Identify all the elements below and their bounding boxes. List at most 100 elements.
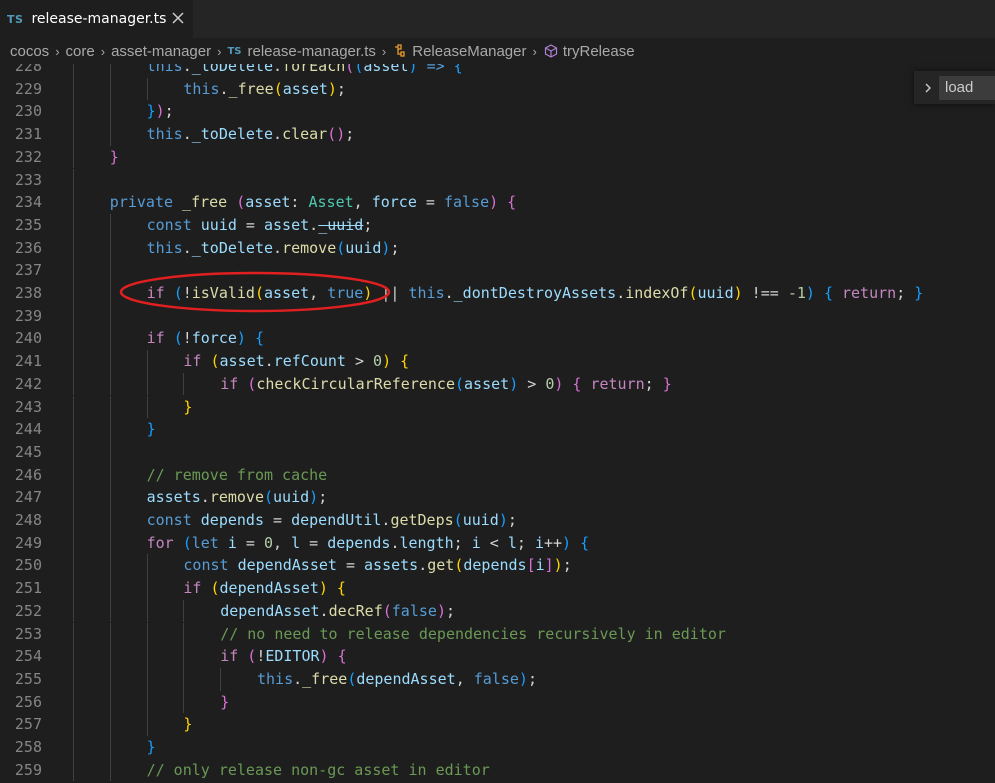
code-token: return bbox=[590, 374, 645, 393]
indent-guide bbox=[146, 713, 148, 736]
code-line[interactable]: 235 const uuid = asset._uuid; bbox=[0, 214, 995, 237]
line-number: 237 bbox=[14, 261, 42, 280]
code-line[interactable]: 240 if (!force) { bbox=[0, 327, 995, 350]
code-line[interactable]: 256} bbox=[0, 691, 995, 714]
code-text: // no need to release dependencies recur… bbox=[220, 623, 726, 646]
chevron-right-icon[interactable] bbox=[921, 81, 935, 95]
code-line[interactable]: 228 this._toDelete.forEach((asset) => { bbox=[0, 64, 995, 78]
code-line[interactable]: 249 for (let i = 0, l = depends.length; i… bbox=[0, 532, 995, 555]
breadcrumb-item-asset-manager[interactable]: asset-manager bbox=[111, 43, 211, 60]
code-text: } bbox=[110, 146, 119, 169]
code-line[interactable]: 233 bbox=[0, 169, 995, 192]
code-line[interactable]: 239 bbox=[0, 305, 995, 328]
code-token: remove bbox=[209, 488, 264, 507]
code-token: } bbox=[183, 715, 193, 734]
code-text: } bbox=[183, 396, 192, 419]
code-editor[interactable]: 228 this._toDelete.forEach((asset) => {22… bbox=[0, 64, 995, 783]
code-token: getDeps bbox=[390, 511, 454, 529]
code-token: const bbox=[146, 215, 192, 234]
code-line[interactable]: 250 const dependAsset = assets.get(depend… bbox=[0, 554, 995, 577]
code-token: if bbox=[146, 284, 165, 302]
breadcrumb-item-cocos[interactable]: cocos bbox=[10, 43, 49, 60]
code-token: ) bbox=[509, 374, 519, 393]
code-line[interactable]: 238 if (!isValid(asset, true) || this._do… bbox=[0, 282, 995, 305]
code-token: ( bbox=[688, 284, 698, 302]
code-token: ( bbox=[236, 193, 246, 212]
code-token: asset bbox=[282, 79, 328, 98]
code-line[interactable]: 232} bbox=[0, 146, 995, 169]
code-line[interactable]: 229 this._free(asset); bbox=[0, 78, 995, 101]
code-line[interactable]: 237 bbox=[0, 259, 995, 282]
code-line[interactable]: 247 assets.remove(uuid); bbox=[0, 486, 995, 509]
code-token: . bbox=[264, 352, 274, 371]
code-token: ; bbox=[507, 511, 517, 529]
code-token: ! bbox=[182, 284, 192, 302]
code-token: ) bbox=[553, 556, 563, 575]
code-line[interactable]: 230}); bbox=[0, 100, 995, 123]
code-token: this bbox=[257, 669, 294, 688]
code-line[interactable]: 242 if (checkCircularReference(asset) > 0… bbox=[0, 373, 995, 396]
code-line[interactable]: 257} bbox=[0, 713, 995, 736]
code-text: this._free(asset); bbox=[183, 78, 346, 101]
code-line[interactable]: 259 // only release non-gc asset in edito… bbox=[0, 759, 995, 782]
code-token: decRef bbox=[328, 601, 383, 620]
code-line[interactable]: 243} bbox=[0, 396, 995, 419]
line-number: 231 bbox=[14, 125, 42, 144]
code-line[interactable]: 248 const depends = dependUtil.getDeps(uu… bbox=[0, 509, 995, 532]
indent-guide bbox=[73, 531, 74, 555]
line-number: 252 bbox=[14, 601, 42, 620]
code-text: this._toDelete.forEach((asset) => { bbox=[147, 64, 463, 78]
code-line[interactable]: 255 this._free(dependAsset, false); bbox=[0, 668, 995, 691]
code-token: ) bbox=[309, 488, 319, 507]
breadcrumb-item-class[interactable]: ReleaseManager bbox=[412, 43, 526, 60]
code-token: ; bbox=[345, 125, 355, 144]
code-line[interactable]: 258} bbox=[0, 736, 995, 759]
close-icon[interactable] bbox=[171, 11, 185, 25]
code-token: uuid bbox=[200, 215, 237, 234]
breadcrumb-item-method[interactable]: tryRelease bbox=[563, 43, 635, 60]
indent-guide bbox=[73, 486, 74, 509]
code-token: uuid bbox=[273, 488, 310, 507]
code-token: . bbox=[293, 669, 303, 688]
tab-release-manager[interactable]: TS release-manager.ts bbox=[0, 0, 193, 38]
code-line[interactable]: 251 if (dependAsset) { bbox=[0, 577, 995, 600]
code-line[interactable]: 252 dependAsset.decRef(false); bbox=[0, 600, 995, 623]
code-line[interactable]: 254 if (!EDITOR) { bbox=[0, 645, 995, 668]
code-line[interactable]: 246 // remove from cache bbox=[0, 464, 995, 487]
indent-guide bbox=[109, 577, 111, 600]
code-token: { bbox=[400, 352, 410, 371]
breadcrumb-item-file[interactable]: release-manager.ts bbox=[248, 43, 376, 60]
line-number: 244 bbox=[14, 420, 42, 439]
code-line[interactable]: 241 if (asset.refCount > 0) { bbox=[0, 350, 995, 373]
breadcrumb-item-core[interactable]: core bbox=[66, 43, 95, 60]
code-token: for bbox=[146, 533, 174, 552]
code-line[interactable]: 245 bbox=[0, 441, 995, 464]
indent-guide bbox=[73, 77, 74, 101]
indent-guide bbox=[109, 282, 111, 305]
code-token: get bbox=[427, 556, 455, 575]
code-token: ( bbox=[210, 352, 220, 371]
indent-guide bbox=[146, 554, 148, 578]
code-line[interactable]: 231 this._toDelete.clear(); bbox=[0, 123, 995, 146]
code-line[interactable]: 234 private _free (asset: Asset, force = … bbox=[0, 191, 995, 214]
code-token: . bbox=[182, 64, 192, 75]
indent-guide bbox=[146, 690, 148, 714]
line-number: 259 bbox=[14, 760, 42, 779]
code-token: forEach bbox=[282, 64, 346, 75]
code-token: dependAsset bbox=[356, 669, 456, 688]
indent-guide bbox=[109, 599, 111, 623]
code-line[interactable]: 236 this._toDelete.remove(uuid); bbox=[0, 237, 995, 260]
code-token: i bbox=[534, 533, 544, 552]
code-line[interactable]: 244} bbox=[0, 418, 995, 441]
code-line[interactable]: 253 // no need to release dependencies re… bbox=[0, 623, 995, 646]
code-text: }); bbox=[147, 100, 174, 123]
code-token: ( bbox=[273, 79, 283, 98]
find-input[interactable]: load bbox=[939, 75, 995, 100]
